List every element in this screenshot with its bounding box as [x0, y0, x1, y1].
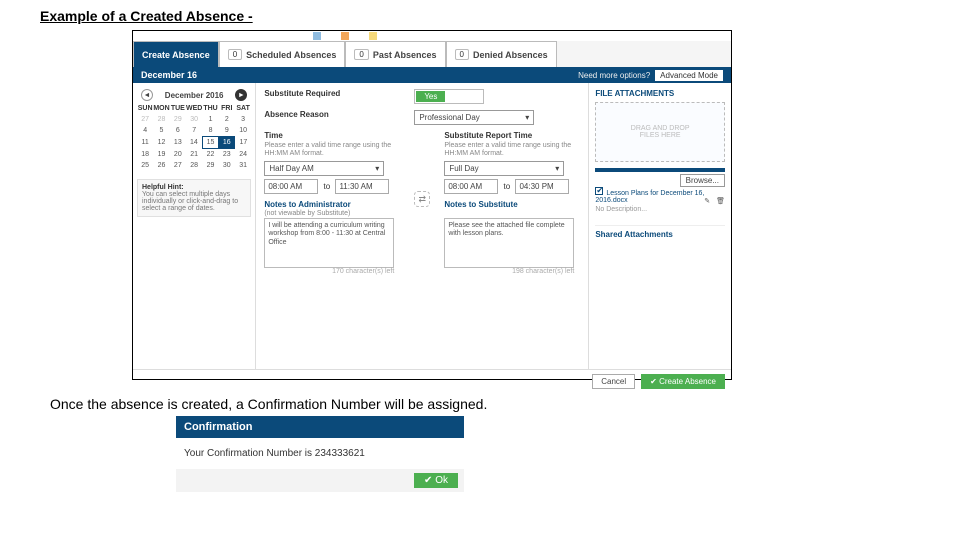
sub-report-time-hint: Please enter a valid time range using th…	[444, 142, 580, 157]
tab-create-absence[interactable]: Create Absence	[133, 41, 219, 67]
tab-bar: Create Absence 0Scheduled Absences 0Past…	[133, 41, 731, 67]
notes-admin-textarea[interactable]: I will be attending a curriculum writing…	[264, 218, 394, 268]
more-options-link[interactable]: Need more options?	[578, 71, 650, 80]
browse-button[interactable]: Browse...	[680, 174, 725, 187]
footer-actions: Cancel ✔ Create Absence	[133, 369, 731, 393]
create-absence-button[interactable]: ✔ Create Absence	[641, 374, 725, 389]
sub-report-range-select[interactable]: Full Day▾	[444, 161, 564, 176]
calendar-grid[interactable]: SUNMONTUEWEDTHUFRISAT 27282930123 456789…	[137, 103, 251, 171]
swap-times-icon[interactable]: ⇄	[414, 191, 430, 207]
cancel-button[interactable]: Cancel	[592, 374, 635, 389]
chevron-down-icon: ▾	[555, 164, 559, 173]
next-month-button[interactable]: ►	[235, 89, 247, 101]
attachments-panel: FILE ATTACHMENTS DRAG AND DROP FILES HER…	[588, 83, 731, 369]
create-absence-screenshot: Create Absence 0Scheduled Absences 0Past…	[132, 30, 732, 380]
subrep-to-input[interactable]: 04:30 PM	[515, 179, 569, 194]
chevron-down-icon: ▾	[375, 164, 379, 173]
subrep-from-input[interactable]: 08:00 AM	[444, 179, 498, 194]
notes-sub-textarea[interactable]: Please see the attached file complete wi…	[444, 218, 574, 268]
ok-button[interactable]: ✔ Ok	[414, 473, 458, 488]
prev-month-button[interactable]: ◄	[141, 89, 153, 101]
advanced-mode-button[interactable]: Advanced Mode	[655, 70, 723, 81]
notes-admin-counter: 170 character(s) left	[264, 268, 394, 275]
notes-admin-label: Notes to Administrator	[264, 200, 400, 209]
notes-sub-counter: 198 character(s) left	[444, 268, 574, 275]
tab-past[interactable]: 0Past Absences	[345, 41, 445, 67]
shared-attachments-heading: Shared Attachments	[595, 225, 725, 239]
substitute-required-label: Substitute Required	[264, 89, 400, 98]
edit-icon[interactable]: ✎	[704, 197, 710, 205]
check-icon	[595, 187, 603, 195]
legend	[133, 31, 731, 41]
attachment-filename[interactable]: Lesson Plans for December 16, 2016.docx	[595, 190, 704, 204]
time-range-select[interactable]: Half Day AM▾	[264, 161, 384, 176]
time-to-input[interactable]: 11:30 AM	[335, 179, 389, 194]
chevron-down-icon: ▾	[525, 113, 529, 122]
confirmation-dialog: Confirmation Your Confirmation Number is…	[176, 416, 464, 492]
drop-zone[interactable]: DRAG AND DROP FILES HERE	[595, 102, 725, 162]
attachments-heading: FILE ATTACHMENTS	[595, 89, 725, 98]
sub-report-time-label: Substitute Report Time	[444, 131, 580, 140]
time-hint: Please enter a valid time range using th…	[264, 142, 400, 157]
upload-progress	[595, 168, 725, 172]
doc-caption: Once the absence is created, a Confirmat…	[50, 396, 487, 412]
doc-heading: Example of a Created Absence -	[40, 8, 253, 24]
calendar-month: December 2016	[165, 91, 224, 100]
form-panel: Substitute Required Yes Absence Reason P…	[256, 83, 588, 369]
time-from-input[interactable]: 08:00 AM	[264, 179, 318, 194]
substitute-required-toggle[interactable]: Yes	[414, 89, 484, 104]
tab-denied[interactable]: 0Denied Absences	[446, 41, 557, 67]
tab-scheduled[interactable]: 0Scheduled Absences	[219, 41, 346, 67]
selected-date: December 16	[141, 70, 197, 80]
time-label: Time	[264, 131, 400, 140]
date-bar: December 16 Need more options? Advanced …	[133, 67, 731, 83]
calendar-panel: ◄ December 2016 ► SUNMONTUEWEDTHUFRISAT …	[133, 83, 256, 369]
confirmation-body: Your Confirmation Number is 234333621	[176, 438, 464, 469]
absence-reason-select[interactable]: Professional Day▾	[414, 110, 534, 125]
attachment-description: No Description...	[595, 206, 725, 213]
delete-icon[interactable]: 🗑	[716, 197, 725, 205]
helpful-hint: Helpful Hint: You can select multiple da…	[137, 179, 251, 217]
attachment-item: Lesson Plans for December 16, 2016.docx …	[595, 187, 725, 204]
confirmation-title: Confirmation	[176, 416, 464, 438]
absence-reason-label: Absence Reason	[264, 110, 400, 119]
notes-sub-label: Notes to Substitute	[444, 200, 580, 209]
